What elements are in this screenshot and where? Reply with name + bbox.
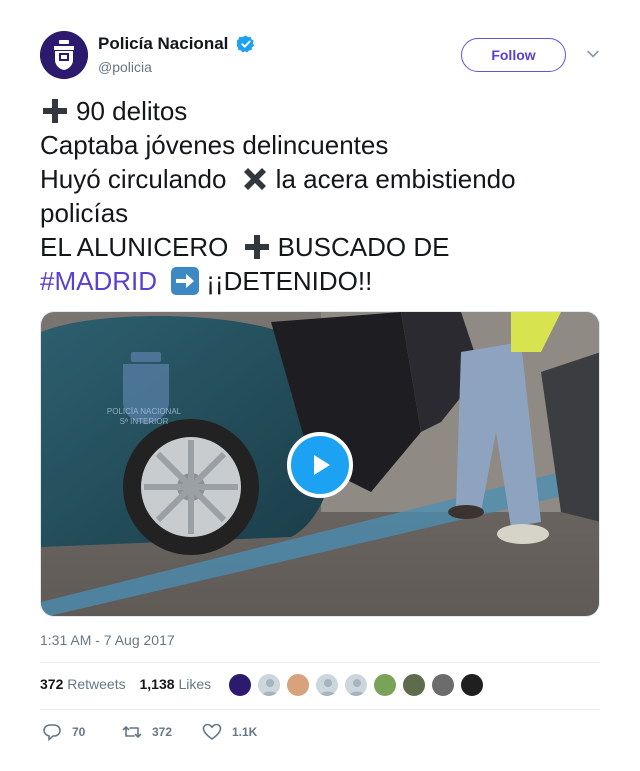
- avatar[interactable]: [431, 673, 455, 697]
- verified-icon: [235, 35, 255, 53]
- likes-stat[interactable]: 1,138 Likes: [140, 676, 212, 692]
- engagement-stats: 372 Retweets 1,138 Likes: [40, 676, 221, 692]
- play-icon: [314, 455, 330, 475]
- chevron-down-icon[interactable]: [586, 47, 600, 61]
- reply-button[interactable]: 70: [42, 722, 85, 742]
- tweet-line: Captaba jóvenes delincuentes: [40, 130, 389, 160]
- tweet-header: Policía Nacional @policia Follow: [40, 31, 600, 79]
- like-icon: [202, 723, 222, 740]
- right-arrow-emoji: [170, 266, 200, 296]
- follow-button[interactable]: Follow: [461, 38, 566, 72]
- account-handle[interactable]: @policia: [98, 59, 255, 75]
- video-player[interactable]: POLICÍA NACIONAL Sª INTERIOR: [40, 311, 600, 617]
- tweet-timestamp[interactable]: 1:31 AM - 7 Aug 2017: [40, 632, 175, 648]
- avatar[interactable]: [315, 673, 339, 697]
- account-names: Policía Nacional @policia: [98, 34, 255, 75]
- avatar[interactable]: [402, 673, 426, 697]
- reply-icon: [43, 724, 61, 742]
- svg-text:Sª INTERIOR: Sª INTERIOR: [120, 417, 169, 426]
- retweet-button[interactable]: 372: [122, 722, 172, 742]
- hashtag-link[interactable]: #MADRID: [40, 266, 157, 296]
- display-name[interactable]: Policía Nacional: [98, 34, 228, 54]
- divider: [40, 662, 600, 663]
- avatar[interactable]: [228, 673, 252, 697]
- avatar[interactable]: [344, 673, 368, 697]
- divider: [40, 709, 600, 710]
- avatar[interactable]: [373, 673, 397, 697]
- tweet-line: EL ALUNICERO BUSCADO DE: [40, 232, 450, 262]
- heavy-plus-emoji: [40, 96, 70, 126]
- avatar[interactable]: [257, 673, 281, 697]
- cross-mark-emoji: [240, 164, 270, 194]
- tweet-line: #MADRID ¡¡DETENIDO!!: [40, 266, 373, 296]
- tweet-line: 90 delitos: [40, 94, 600, 128]
- svg-text:POLICÍA NACIONAL: POLICÍA NACIONAL: [107, 407, 182, 416]
- avatar[interactable]: [286, 673, 310, 697]
- profile-avatar[interactable]: [40, 31, 88, 79]
- retweet-icon: [122, 726, 142, 738]
- like-button[interactable]: 1.1K: [202, 722, 257, 742]
- heavy-plus-emoji: [242, 232, 272, 262]
- retweets-stat[interactable]: 372 Retweets: [40, 676, 126, 692]
- tweet-text: 90 delitos Captaba jóvenes delincuentes …: [40, 94, 600, 298]
- tweet-line: policías: [40, 198, 129, 228]
- tweet-line: Huyó circulando la acera embistiendo: [40, 164, 516, 194]
- avatar[interactable]: [460, 673, 484, 697]
- play-button[interactable]: [287, 432, 353, 498]
